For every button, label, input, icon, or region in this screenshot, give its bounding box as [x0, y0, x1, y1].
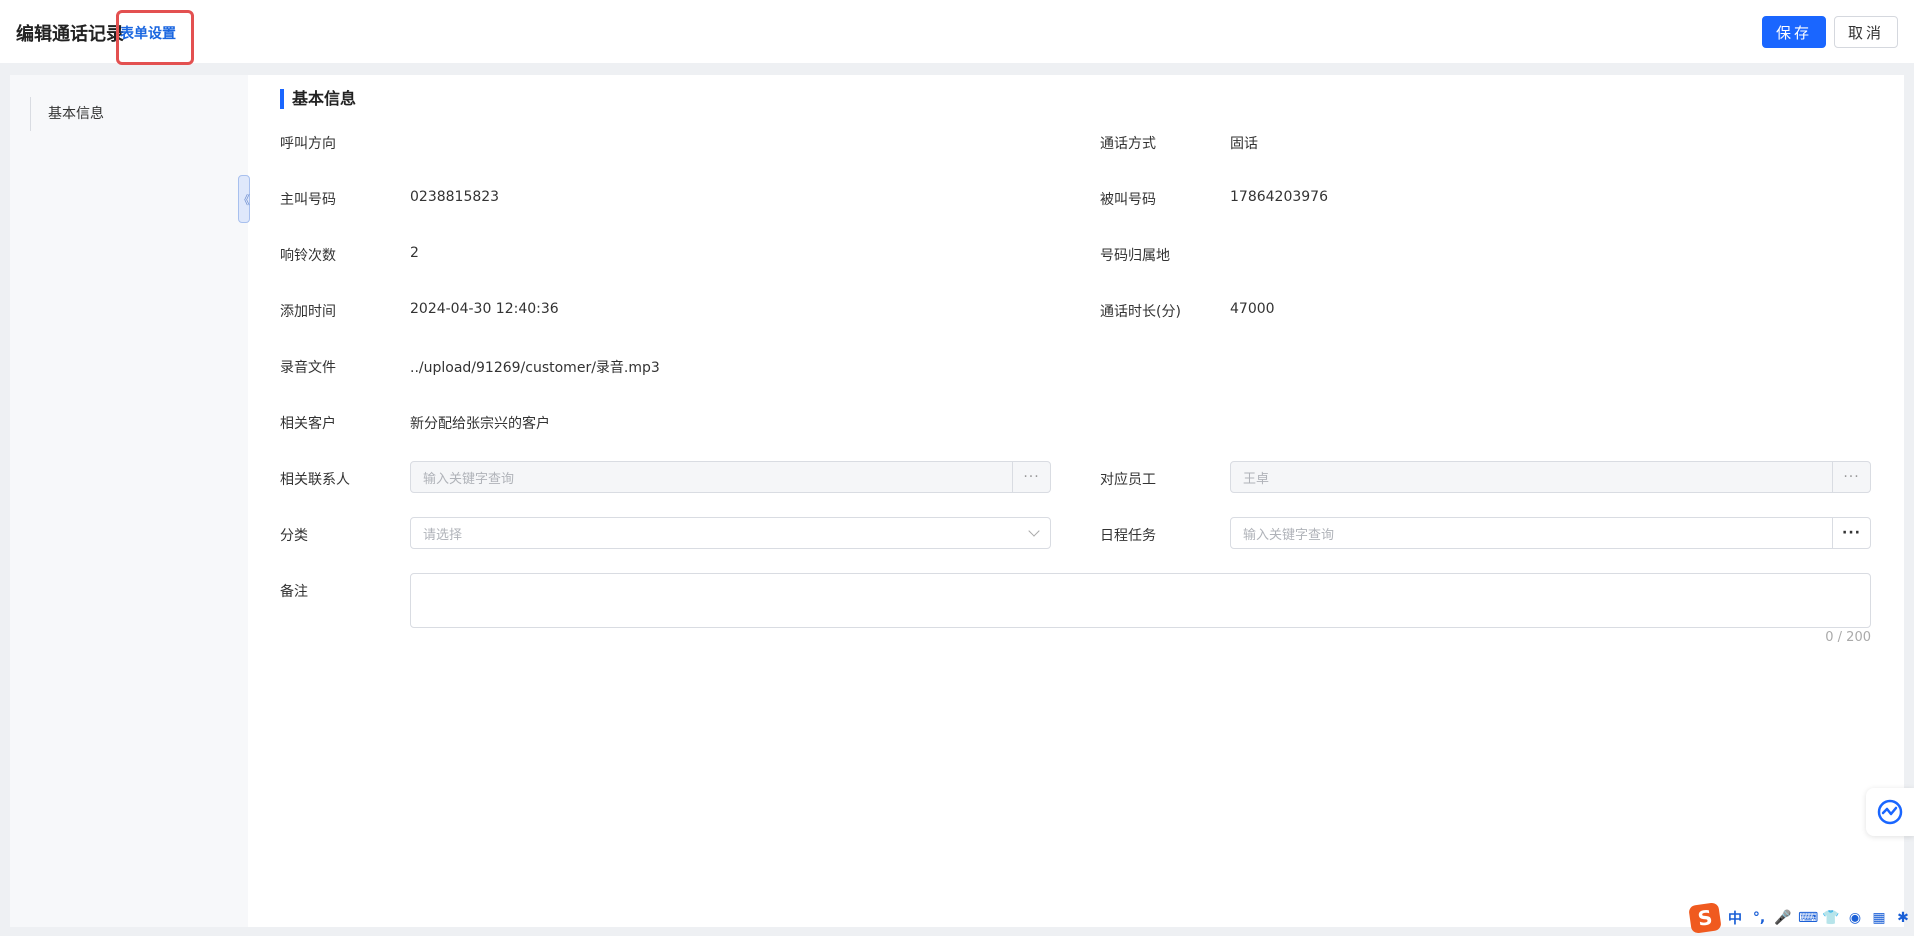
page-header: 编辑通话记录 表单设置 保存 取消	[0, 0, 1914, 65]
call-method-label: 通话方式	[1100, 136, 1156, 152]
contact-label: 相关联系人	[280, 472, 350, 488]
category-placeholder: 请选择	[423, 527, 463, 543]
chevron-down-icon	[1028, 525, 1040, 537]
remark-textarea[interactable]	[410, 573, 1871, 628]
assistant-icon	[1877, 799, 1903, 825]
call-method-value: 固话	[1230, 136, 1258, 152]
employee-label: 对应员工	[1100, 472, 1156, 488]
number-location-label: 号码归属地	[1100, 248, 1170, 264]
sidebar-item-basic-info[interactable]: 基本信息	[30, 97, 230, 131]
page-title: 编辑通话记录	[16, 24, 124, 45]
save-button[interactable]: 保存	[1762, 16, 1826, 48]
customer-label: 相关客户	[280, 416, 336, 432]
added-time-value: 2024-04-30 12:40:36	[410, 301, 559, 317]
ime-chinese-mode[interactable]: 中	[1726, 908, 1744, 928]
ime-punctuation-icon[interactable]: °,	[1750, 910, 1768, 926]
sidebar: 基本信息	[10, 75, 248, 927]
schedule-label: 日程任务	[1100, 528, 1156, 544]
recording-label: 录音文件	[280, 360, 336, 376]
customer-value: 新分配给张宗兴的客户	[410, 416, 550, 432]
schedule-more-button[interactable]: ···	[1832, 518, 1870, 548]
category-select[interactable]: 请选择	[410, 517, 1051, 549]
ime-toolbar: S 中 °, 🎤 ⌨ 👕 ◉ ▦ ✱	[1688, 902, 1914, 934]
callee-label: 被叫号码	[1100, 192, 1156, 208]
assistant-float-button[interactable]	[1866, 788, 1914, 836]
duration-value: 47000	[1230, 301, 1275, 317]
ring-count-label: 响铃次数	[280, 248, 336, 264]
contact-more-button[interactable]: ···	[1012, 462, 1050, 492]
collapse-sidebar-handle[interactable]: 《	[238, 175, 250, 223]
section-title: 基本信息	[280, 89, 356, 109]
skin-icon[interactable]: 👕	[1822, 910, 1840, 926]
emoji-icon[interactable]: ◉	[1846, 910, 1864, 926]
schedule-input[interactable]: 输入关键字查询 ···	[1230, 517, 1871, 549]
caller-value: 0238815823	[410, 189, 500, 205]
settings-icon[interactable]: ✱	[1894, 910, 1912, 926]
microphone-icon[interactable]: 🎤	[1774, 910, 1792, 926]
keyboard-icon[interactable]: ⌨	[1798, 910, 1818, 926]
remark-counter: 0 / 200	[1825, 630, 1871, 645]
sogou-logo-icon[interactable]: S	[1688, 902, 1722, 934]
contact-placeholder: 输入关键字查询	[423, 471, 515, 487]
cancel-button[interactable]: 取消	[1834, 16, 1898, 48]
duration-label: 通话时长(分)	[1100, 304, 1181, 320]
added-time-label: 添加时间	[280, 304, 336, 320]
contact-input[interactable]: 输入关键字查询 ···	[410, 461, 1051, 493]
employee-input[interactable]: 王卓 ···	[1230, 461, 1871, 493]
form-settings-link[interactable]: 表单设置	[120, 23, 176, 43]
callee-value: 17864203976	[1230, 189, 1328, 205]
grid-icon[interactable]: ▦	[1870, 910, 1888, 926]
chevron-left-icon: 《	[238, 192, 251, 207]
employee-value: 王卓	[1243, 471, 1270, 487]
ring-count-value: 2	[410, 245, 419, 261]
recording-value: ../upload/91269/customer/录音.mp3	[410, 360, 660, 376]
category-label: 分类	[280, 528, 308, 544]
employee-more-button[interactable]: ···	[1832, 462, 1870, 492]
caller-label: 主叫号码	[280, 192, 336, 208]
schedule-placeholder: 输入关键字查询	[1243, 527, 1335, 543]
call-direction-label: 呼叫方向	[280, 136, 336, 152]
remark-label: 备注	[280, 584, 308, 600]
